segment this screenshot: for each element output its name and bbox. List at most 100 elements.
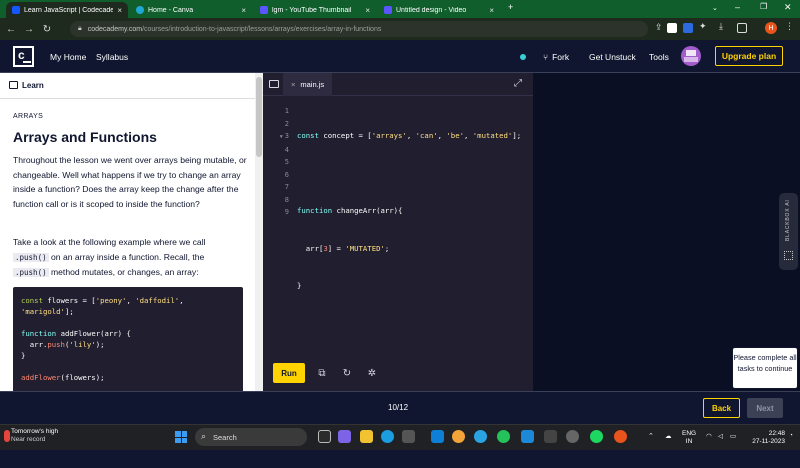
canva-design-favicon-icon	[260, 6, 268, 14]
example-code-line: function addFlower(arr) {	[21, 329, 131, 338]
line-number-gutter: 1 2 ▼ 3 4 5 6 7 8 9	[263, 105, 289, 219]
weather-widget[interactable]: Tomorrow's high Near record	[11, 428, 58, 444]
forward-arrow-icon[interactable]: →	[22, 24, 36, 35]
url-domain: codecademy.com	[87, 25, 143, 33]
example-code-line: const flowers = ['peony', 'daffodil', 'm…	[21, 296, 184, 316]
maximize-window-icon[interactable]: ❐	[760, 2, 767, 11]
code-line: }	[297, 281, 302, 290]
extensions-puzzle-icon[interactable]: ✦	[699, 21, 709, 31]
fork-button[interactable]: ⑂ Fork	[543, 52, 569, 62]
line-number: 4	[284, 145, 289, 154]
language-indicator[interactable]: ENG IN	[682, 430, 696, 446]
language-line-1: ENG	[682, 430, 697, 437]
battery-icon[interactable]: ▭	[730, 433, 736, 441]
notification-icon[interactable]: ◔	[789, 432, 793, 440]
extension-icon[interactable]	[667, 23, 677, 33]
lesson-title: Arrays and Functions	[13, 129, 157, 145]
edge-icon[interactable]	[381, 430, 394, 443]
address-bar-input[interactable]: 🔒︎ codecademy.com/courses/introduction-t…	[70, 21, 648, 37]
taskbar-search-box[interactable]: ⌕ Search	[195, 428, 307, 446]
browser-tab-untitled-video[interactable]: Untitled design - Video ×	[378, 2, 500, 18]
p2-text-3: method mutates, or changes, an array:	[48, 267, 199, 278]
nav-my-home[interactable]: My Home	[50, 52, 86, 62]
get-unstuck-button[interactable]: Get Unstuck	[589, 52, 636, 62]
canva-video-favicon-icon	[384, 6, 392, 14]
browser-menu-icon[interactable]: ⋮	[785, 21, 795, 31]
search-icon: ⌕	[201, 431, 207, 441]
weather-line-2: Near record	[11, 436, 46, 443]
side-panel-icon[interactable]	[737, 23, 747, 33]
blackbox-ai-widget[interactable]: BLACKBOX AI	[779, 193, 798, 270]
store-icon[interactable]	[402, 430, 415, 443]
codecademy-logo[interactable]: c	[13, 46, 34, 67]
tray-chevron-icon[interactable]: ⌃	[648, 433, 654, 441]
profile-avatar[interactable]: H	[765, 22, 777, 34]
clock[interactable]: 22:48 27-11-2023	[745, 430, 785, 446]
github-icon[interactable]	[566, 430, 579, 443]
download-icon[interactable]: ⤓	[719, 21, 729, 31]
back-arrow-icon[interactable]: ←	[4, 24, 18, 35]
code-editor: × main.js ⤢ 1 2 ▼ 3 4 5 6 7 8 9 const con…	[263, 73, 533, 391]
chrome-icon[interactable]	[452, 430, 465, 443]
close-file-icon[interactable]: ×	[291, 80, 295, 89]
task-view-icon[interactable]	[318, 430, 331, 443]
whatsapp-icon[interactable]	[497, 430, 510, 443]
cloud-icon[interactable]: ☁	[665, 433, 672, 441]
telegram-icon[interactable]	[474, 430, 487, 443]
code-line: function changeArr(arr){	[297, 206, 403, 215]
upgrade-plan-button[interactable]: Upgrade plan	[715, 46, 783, 66]
browser-toolbar: ← → ↻ 🔒︎ codecademy.com/courses/introduc…	[0, 18, 800, 40]
wifi-icon[interactable]: ◠	[706, 433, 712, 441]
file-tab-main-js[interactable]: × main.js	[283, 73, 333, 96]
browser-tab-strip: Learn JavaScript | Codecademy × Home - C…	[0, 0, 800, 18]
tab-search-chevron-icon[interactable]: ⌄	[712, 4, 718, 12]
back-button[interactable]: Back	[703, 398, 740, 418]
nav-syllabus[interactable]: Syllabus	[96, 52, 128, 62]
copy-code-icon[interactable]: ⧉	[315, 366, 329, 380]
logo-letter: c	[18, 48, 25, 62]
app-icon[interactable]	[431, 430, 444, 443]
close-window-icon[interactable]: ✕	[784, 2, 792, 13]
close-tab-icon[interactable]: ×	[365, 6, 370, 15]
debug-icon[interactable]: ✲	[365, 366, 379, 380]
file-browser-icon[interactable]	[269, 80, 279, 88]
run-button[interactable]: Run	[273, 363, 305, 383]
next-button[interactable]: Next	[747, 398, 783, 418]
example-code-line: }	[21, 351, 26, 360]
next-disabled-tooltip: Please complete all tasks to continue	[732, 347, 798, 389]
line-number: 5	[284, 158, 289, 166]
file-tab-label: main.js	[300, 80, 325, 89]
volume-icon[interactable]: ◁	[718, 433, 723, 441]
notion-icon[interactable]	[544, 430, 557, 443]
close-tab-icon[interactable]: ×	[489, 6, 494, 15]
windows-start-icon[interactable]	[175, 431, 187, 443]
reset-code-icon[interactable]: ↻	[340, 366, 354, 380]
close-tab-icon[interactable]: ×	[117, 6, 122, 15]
share-icon[interactable]: ⇪	[655, 22, 665, 32]
editor-tab-bar: × main.js ⤢	[263, 73, 533, 96]
learn-panel-title: Learn	[22, 81, 44, 90]
browser-tab-codecademy[interactable]: Learn JavaScript | Codecademy ×	[6, 2, 128, 18]
extension-blue-icon[interactable]	[683, 23, 693, 33]
teams-icon[interactable]	[338, 430, 351, 443]
expand-icon[interactable]: ⤢	[514, 78, 522, 89]
output-pane	[533, 73, 800, 391]
file-explorer-icon[interactable]	[360, 430, 373, 443]
browser-tab-canva[interactable]: Home - Canva ×	[130, 2, 252, 18]
chrome-profile-icon[interactable]	[614, 430, 627, 443]
inline-code-push-2: .push()	[13, 268, 49, 278]
example-code-line: arr.push('lily');	[21, 340, 105, 349]
line-number: ▼ 3	[263, 130, 289, 144]
reload-icon[interactable]: ↻	[40, 24, 54, 35]
new-tab-button[interactable]: +	[508, 2, 513, 12]
tools-button[interactable]: Tools	[649, 52, 669, 62]
spotify-icon[interactable]	[590, 430, 603, 443]
example-code-line	[21, 383, 235, 391]
user-avatar[interactable]	[681, 46, 701, 66]
minimize-window-icon[interactable]: –	[735, 2, 740, 12]
learn-scrollbar-thumb[interactable]	[256, 77, 262, 157]
vscode-icon[interactable]	[521, 430, 534, 443]
fold-chevron-icon[interactable]: ▼	[280, 134, 283, 140]
close-tab-icon[interactable]: ×	[241, 6, 246, 15]
browser-tab-youtube-thumbnail[interactable]: lgm - YouTube Thumbnail ×	[254, 2, 376, 18]
